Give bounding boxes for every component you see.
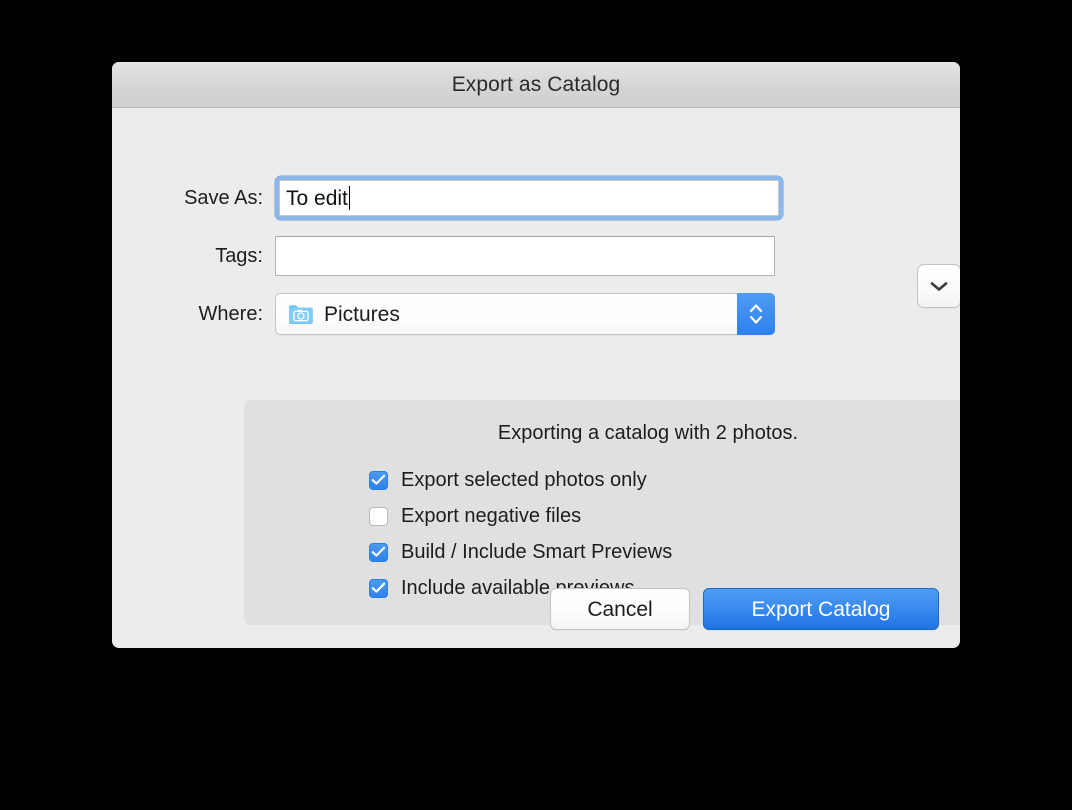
checkbox-include-available-previews[interactable] [369, 578, 388, 598]
checkbox-row-export-selected-photos-only[interactable]: Export selected photos only [369, 462, 672, 498]
checkbox-export-negative-files[interactable] [369, 506, 388, 526]
save-as-label: Save As: [184, 187, 263, 209]
chevron-down-icon [928, 279, 950, 293]
checkbox-export-selected-photos-only[interactable] [369, 470, 388, 490]
checkbox-build-include-smart-previews[interactable] [369, 542, 388, 562]
tags-row: Tags: [112, 234, 960, 278]
checkmark-icon [371, 582, 386, 593]
export-options-checklist: Export selected photos only Export negat… [369, 462, 672, 606]
text-caret [348, 186, 351, 210]
checkbox-row-export-negative-files[interactable]: Export negative files [369, 498, 672, 534]
where-popup-button[interactable]: Pictures [275, 293, 775, 335]
where-popup-wrapper: Pictures [275, 293, 775, 335]
export-catalog-button-label: Export Catalog [751, 597, 891, 621]
checkbox-row-build-include-smart-previews[interactable]: Build / Include Smart Previews [369, 534, 672, 570]
where-value: Pictures [324, 302, 400, 326]
cancel-button[interactable]: Cancel [550, 588, 690, 630]
export-catalog-button[interactable]: Export Catalog [703, 588, 939, 630]
save-as-row: Save As: To edit [112, 176, 960, 220]
checkbox-label: Export negative files [401, 505, 582, 527]
pictures-folder-icon [288, 303, 314, 325]
checkbox-label: Export selected photos only [401, 469, 647, 491]
save-as-input[interactable]: To edit [279, 180, 779, 216]
checkbox-label: Build / Include Smart Previews [401, 541, 673, 563]
save-as-value: To edit [286, 186, 348, 210]
up-down-chevron-icon [747, 301, 765, 327]
dialog-titlebar: Export as Catalog [112, 62, 960, 108]
tags-input[interactable] [275, 236, 775, 276]
screen: Export as Catalog Save As: To edit Tags: [0, 0, 1072, 810]
export-as-catalog-dialog: Export as Catalog Save As: To edit Tags: [112, 62, 960, 648]
cancel-button-label: Cancel [587, 597, 653, 621]
save-as-expand-button[interactable] [917, 264, 960, 308]
where-label: Where: [198, 303, 263, 325]
where-stepper-button[interactable] [737, 293, 775, 335]
checkmark-icon [371, 546, 386, 557]
dialog-title: Export as Catalog [451, 73, 621, 96]
export-summary-text: Exporting a catalog with 2 photos. [497, 422, 799, 444]
checkmark-icon [371, 474, 386, 485]
where-row: Where: Pictures [112, 292, 960, 336]
tags-label: Tags: [215, 245, 263, 267]
save-as-field-wrapper: To edit [275, 176, 783, 220]
